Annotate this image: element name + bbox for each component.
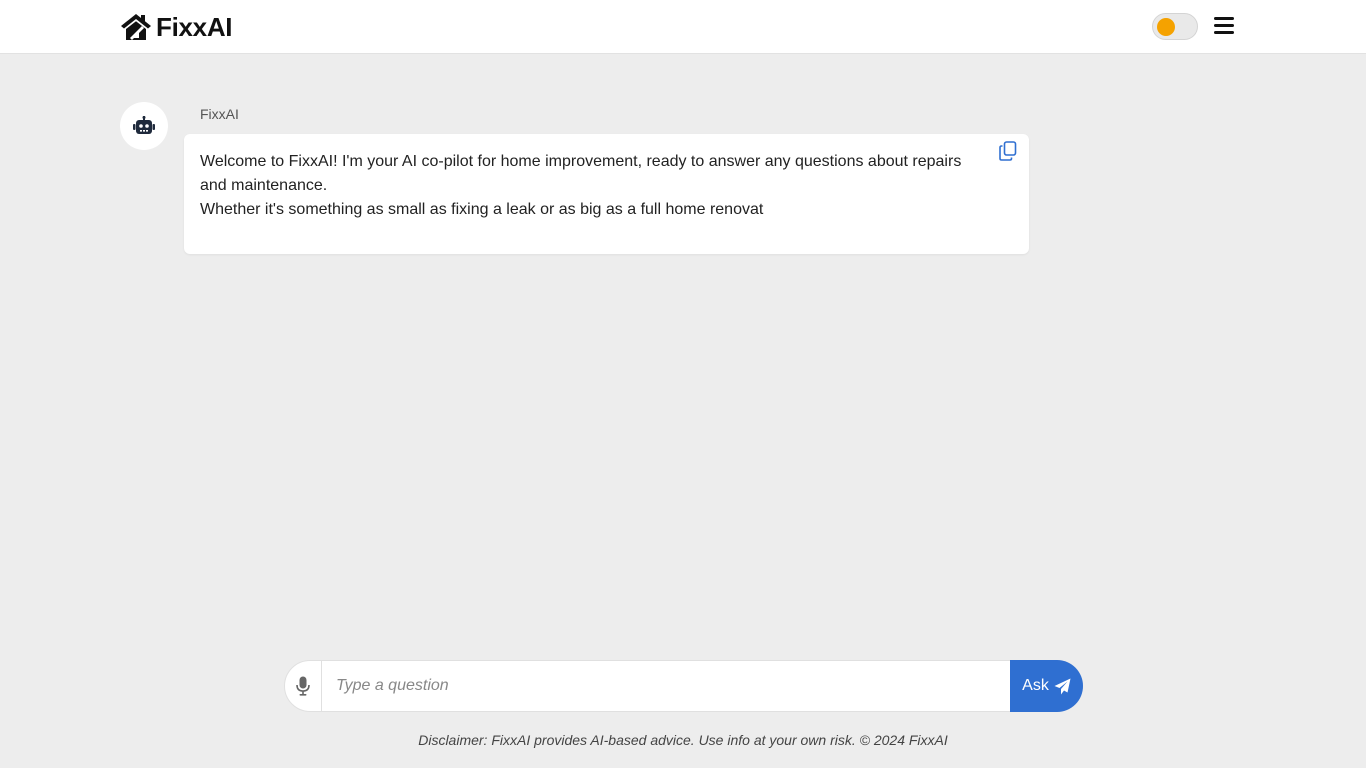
ask-button-label: Ask: [1022, 677, 1049, 694]
robot-icon: [133, 116, 155, 134]
menu-bar: [1214, 31, 1234, 34]
avatar: [120, 102, 168, 150]
brand-name: FixxAI: [156, 12, 233, 42]
question-composer: Ask: [284, 660, 1083, 712]
ask-button[interactable]: Ask: [1010, 660, 1083, 712]
menu-bar: [1214, 17, 1234, 20]
menu-bar: [1214, 24, 1234, 27]
message-line: Whether it's something as small as fixin…: [200, 201, 764, 218]
message-text: Welcome to FixxAI! I'm your AI co-pilot …: [200, 150, 969, 222]
microphone-icon: [296, 676, 310, 696]
hamburger-menu-icon[interactable]: [1212, 14, 1236, 38]
theme-toggle[interactable]: [1152, 13, 1198, 40]
disclaimer: Disclaimer: FixxAI provides AI-based adv…: [418, 732, 948, 748]
mic-button[interactable]: [285, 661, 322, 711]
chat-message: Welcome to FixxAI! I'm your AI co-pilot …: [184, 134, 1029, 254]
paper-plane-icon: [1054, 678, 1071, 694]
brand-logo[interactable]: FixxAI: [120, 11, 233, 43]
message-sender: FixxAI: [200, 106, 239, 122]
question-input[interactable]: [322, 661, 1010, 711]
copy-icon[interactable]: [999, 141, 1017, 161]
top-navbar: FixxAI: [0, 0, 1366, 54]
house-icon: [121, 14, 151, 40]
toggle-knob: [1157, 18, 1175, 36]
message-line: Welcome to FixxAI! I'm your AI co-pilot …: [200, 153, 962, 194]
